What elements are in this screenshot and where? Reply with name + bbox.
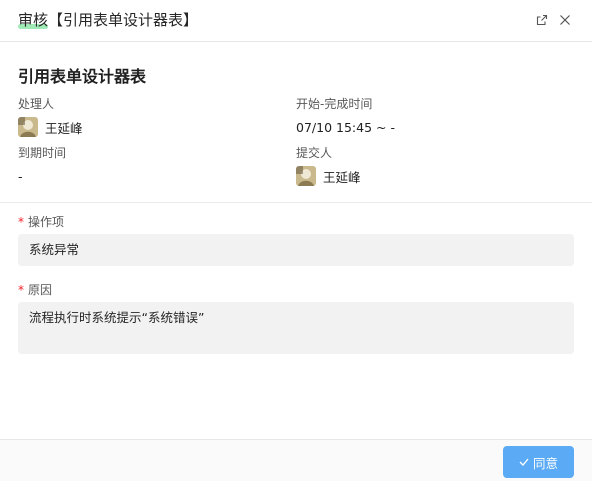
reason-field[interactable]: 流程执行时系统提示“系统错误” [18,302,574,354]
section-divider [0,202,592,203]
agree-label: 同意 [532,455,558,471]
external-link-icon[interactable] [533,11,551,29]
avatar [296,166,316,186]
required-mark: * [18,215,24,229]
check-icon [519,456,529,469]
submitter-value: 王延峰 [296,166,361,186]
title-rest: 【引用表单设计器表】 [48,11,199,29]
handler-value: 王延峰 [18,117,83,137]
field-label-text: 原因 [28,283,53,297]
agree-button[interactable]: 同意 [503,446,574,478]
dialog-footer: 同意 [0,439,592,481]
close-icon[interactable] [556,11,574,29]
avatar [18,117,38,137]
submitter-label: 提交人 [296,146,333,160]
title-prefix-wrap: 审核 [18,9,49,30]
handler-label: 处理人 [18,97,55,111]
dialog-title: 审核 【引用表单设计器表】 [18,9,198,30]
field-label-operation: * 操作项 [18,213,64,230]
field-label-reason: * 原因 [18,281,52,298]
dialog-header: 审核 【引用表单设计器表】 [0,0,592,42]
title-prefix: 审核 [18,11,49,29]
required-mark: * [18,283,24,297]
handler-name: 王延峰 [45,120,83,136]
form-title: 引用表单设计器表 [18,67,147,86]
field-label-text: 操作项 [28,215,65,229]
due-value: - [18,169,23,184]
submitter-name: 王延峰 [323,169,361,185]
operation-field[interactable]: 系统异常 [18,234,574,266]
start-end-label: 开始-完成时间 [296,97,373,111]
start-end-value: 07/10 15:45 ~ - [296,120,395,135]
due-label: 到期时间 [18,146,67,160]
